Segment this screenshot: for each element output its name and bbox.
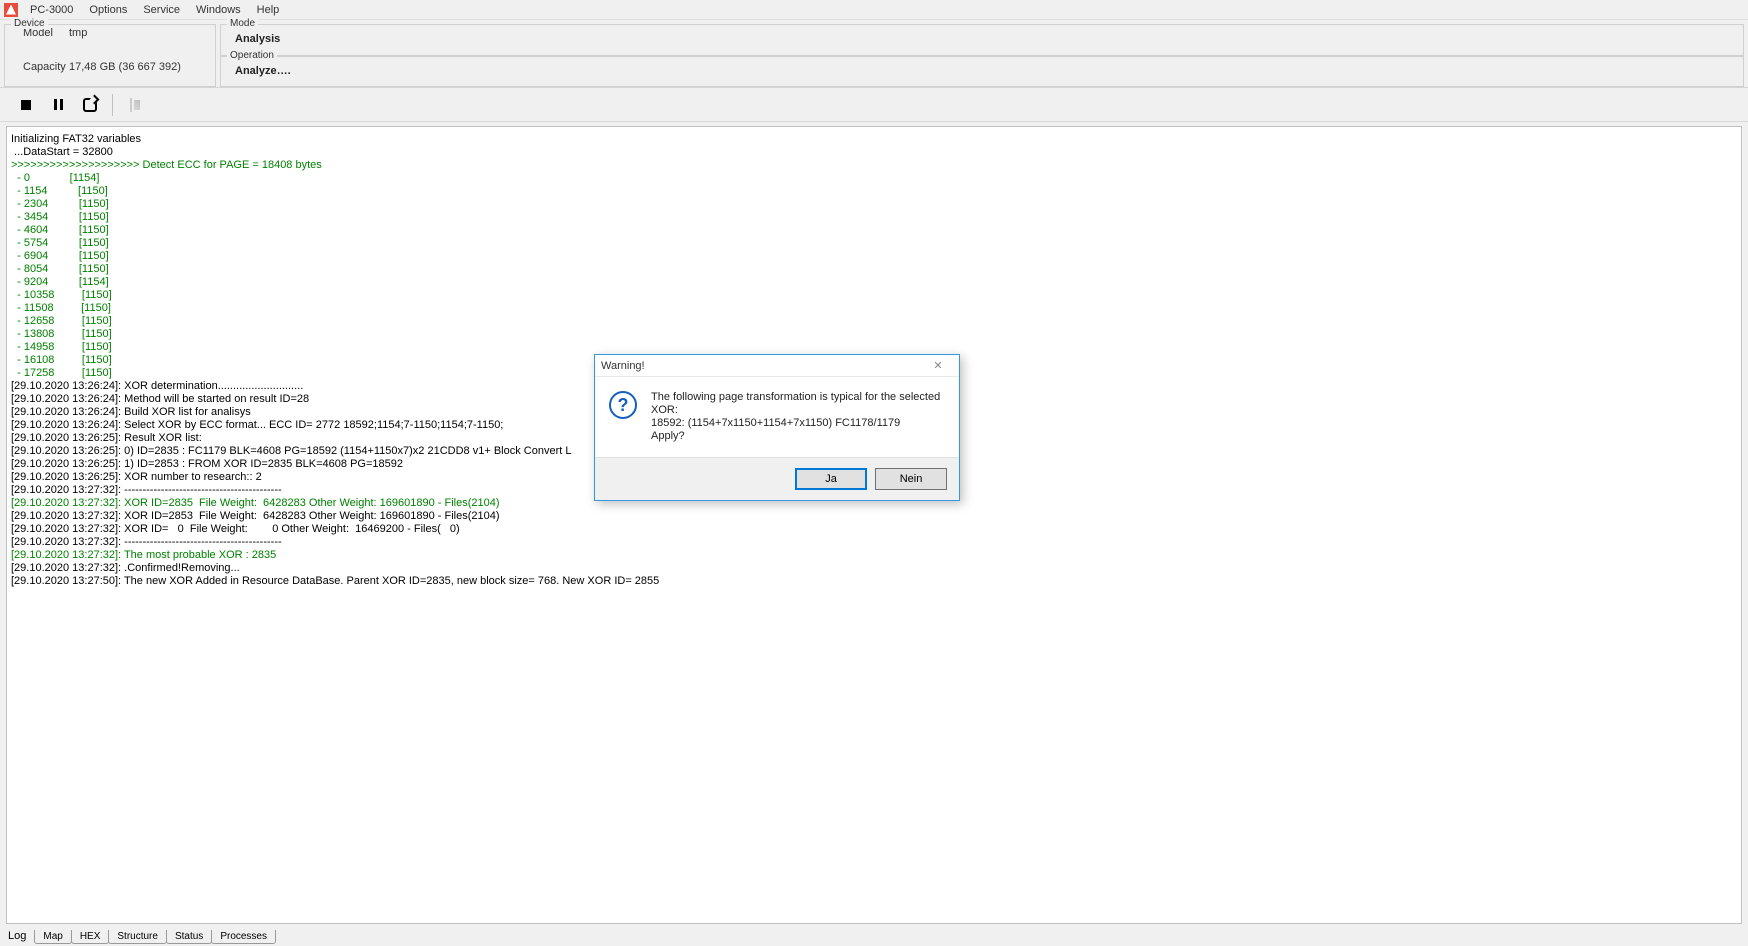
disabled-icon bbox=[128, 98, 142, 112]
menu-help[interactable]: Help bbox=[249, 2, 288, 18]
app-icon bbox=[4, 3, 18, 17]
operation-value: Analyze…. bbox=[221, 57, 1743, 77]
warning-dialog: Warning! ✕ ? The following page transfor… bbox=[594, 354, 960, 501]
mode-value: Analysis bbox=[221, 25, 1743, 45]
stop-icon bbox=[21, 100, 31, 110]
yes-button[interactable]: Ja bbox=[795, 468, 867, 490]
stop-button[interactable] bbox=[12, 92, 40, 118]
panel-legend-mode: Mode bbox=[227, 18, 258, 29]
dialog-message: The following page transformation is typ… bbox=[651, 391, 945, 443]
dialog-body: ? The following page transformation is t… bbox=[595, 377, 959, 457]
device-capacity-row: Capacity 17,48 GB (36 667 392) bbox=[5, 59, 215, 75]
bottom-tabs: Log Map HEX Structure Status Processes bbox=[4, 926, 275, 944]
step-out-button[interactable] bbox=[76, 92, 104, 118]
dialog-footer: Ja Nein bbox=[595, 457, 959, 500]
tab-map[interactable]: Map bbox=[34, 930, 71, 944]
toolbar bbox=[0, 88, 1748, 122]
device-capacity-label: Capacity bbox=[23, 61, 69, 73]
menu-options[interactable]: Options bbox=[81, 2, 135, 18]
close-icon: ✕ bbox=[933, 359, 942, 372]
menu-app-title[interactable]: PC-3000 bbox=[22, 2, 81, 18]
device-model-value: tmp bbox=[69, 27, 87, 39]
tab-hex[interactable]: HEX bbox=[71, 930, 110, 944]
menubar: PC-3000 Options Service Windows Help bbox=[0, 0, 1748, 20]
info-panels: Device Model tmp Capacity 17,48 GB (36 6… bbox=[0, 20, 1748, 88]
disabled-button bbox=[121, 92, 149, 118]
menu-service[interactable]: Service bbox=[135, 2, 188, 18]
menu-windows[interactable]: Windows bbox=[188, 2, 249, 18]
tab-processes[interactable]: Processes bbox=[211, 930, 276, 944]
dialog-close-button[interactable]: ✕ bbox=[923, 357, 953, 375]
dialog-titlebar[interactable]: Warning! ✕ bbox=[595, 355, 959, 377]
panel-legend-operation: Operation bbox=[227, 50, 277, 61]
question-icon: ? bbox=[609, 391, 637, 419]
toolbar-separator bbox=[112, 94, 113, 116]
tab-status[interactable]: Status bbox=[166, 930, 212, 944]
panel-device: Device Model tmp Capacity 17,48 GB (36 6… bbox=[4, 24, 216, 87]
tab-log[interactable]: Log bbox=[4, 928, 34, 944]
no-button[interactable]: Nein bbox=[875, 468, 947, 490]
tab-structure[interactable]: Structure bbox=[108, 930, 167, 944]
pause-button[interactable] bbox=[44, 92, 72, 118]
panel-mode: Mode Analysis bbox=[220, 24, 1744, 56]
device-capacity-value: 17,48 GB (36 667 392) bbox=[69, 61, 181, 73]
panel-legend-device: Device bbox=[11, 18, 48, 29]
log-area[interactable]: Initializing FAT32 variables ...DataStar… bbox=[6, 126, 1742, 924]
panel-operation: Operation Analyze…. bbox=[220, 56, 1744, 88]
arrow-box-icon bbox=[83, 98, 97, 112]
pause-icon bbox=[54, 99, 63, 110]
dialog-title-text: Warning! bbox=[601, 360, 645, 372]
